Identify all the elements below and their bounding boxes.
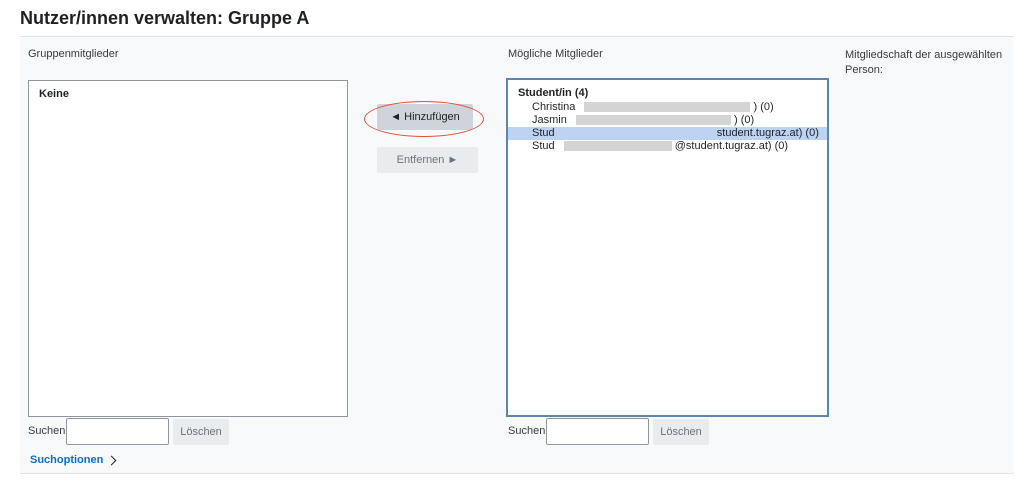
potential-members-label: Mögliche Mitglieder [508, 48, 603, 60]
page-title: Nutzer/innen verwalten: Gruppe A [20, 8, 310, 28]
search-options-label: Suchoptionen [30, 454, 104, 466]
group-members-listbox[interactable]: Keine [28, 80, 348, 417]
membership-info-label: Mitgliedschaft der ausgewählten Person: [845, 49, 1003, 76]
potential-search-input[interactable] [546, 418, 649, 445]
potential-search-label: Suchen [508, 425, 546, 437]
list-item[interactable]: Christina ) (0) [508, 101, 827, 114]
list-item[interactable]: Stud @student.tugraz.at) (0) [508, 140, 827, 153]
list-item-selected[interactable]: Stud student.tugraz.at) (0) [508, 127, 827, 140]
chevron-right-icon [106, 455, 117, 465]
potential-members-listbox[interactable]: Student/in (4) Christina ) (0) Jasmin ) … [506, 78, 829, 417]
group-members-empty: Keine [39, 88, 69, 100]
members-search-label: Suchen [28, 425, 66, 437]
members-search-input[interactable] [66, 418, 169, 445]
group-members-label: Gruppenmitglieder [28, 48, 119, 60]
remove-button[interactable]: Entfernen ► [377, 147, 478, 173]
potential-clear-button[interactable]: Löschen [653, 419, 709, 445]
redacted-block [563, 141, 672, 152]
redacted-block [584, 102, 751, 113]
add-button[interactable]: ◄ Hinzufügen [377, 104, 473, 130]
list-item[interactable]: Jasmin ) (0) [508, 114, 827, 127]
redacted-block [575, 115, 731, 126]
student-group-label: Student/in (4) [518, 87, 589, 99]
members-clear-button[interactable]: Löschen [173, 419, 229, 445]
search-options-link[interactable]: Suchoptionen [30, 454, 117, 466]
